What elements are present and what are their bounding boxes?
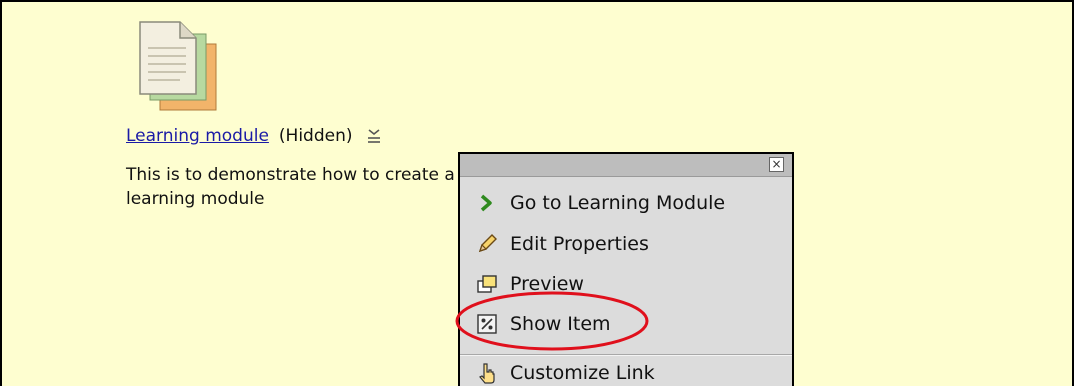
hidden-status: (Hidden) — [278, 126, 353, 146]
menu-titlebar: × — [460, 154, 792, 177]
hand-pointer-icon — [476, 362, 498, 384]
menu-item-go-to-learning-module[interactable]: Go to Learning Module — [460, 184, 792, 222]
menu-item-label: Edit Properties — [510, 233, 649, 255]
green-chevron-right-icon — [476, 192, 498, 214]
menu-item-edit-properties[interactable]: Edit Properties — [460, 225, 792, 263]
context-menu-toggle-icon[interactable] — [365, 126, 383, 146]
menu-item-customize-link[interactable]: Customize Link — [460, 354, 792, 386]
close-icon[interactable]: × — [769, 157, 784, 172]
item-description: This is to demonstrate how to create a l… — [126, 165, 455, 209]
menu-item-label: Customize Link — [510, 362, 655, 384]
learning-module-link[interactable]: Learning module — [126, 126, 269, 146]
pencil-icon — [476, 233, 498, 255]
item-title-row: Learning module (Hidden) — [126, 123, 383, 149]
content-area: Learning module (Hidden) This is to demo… — [0, 0, 1074, 386]
document-stack-icon — [132, 16, 228, 116]
highlight-ring — [455, 291, 649, 351]
menu-item-label: Go to Learning Module — [510, 192, 726, 214]
